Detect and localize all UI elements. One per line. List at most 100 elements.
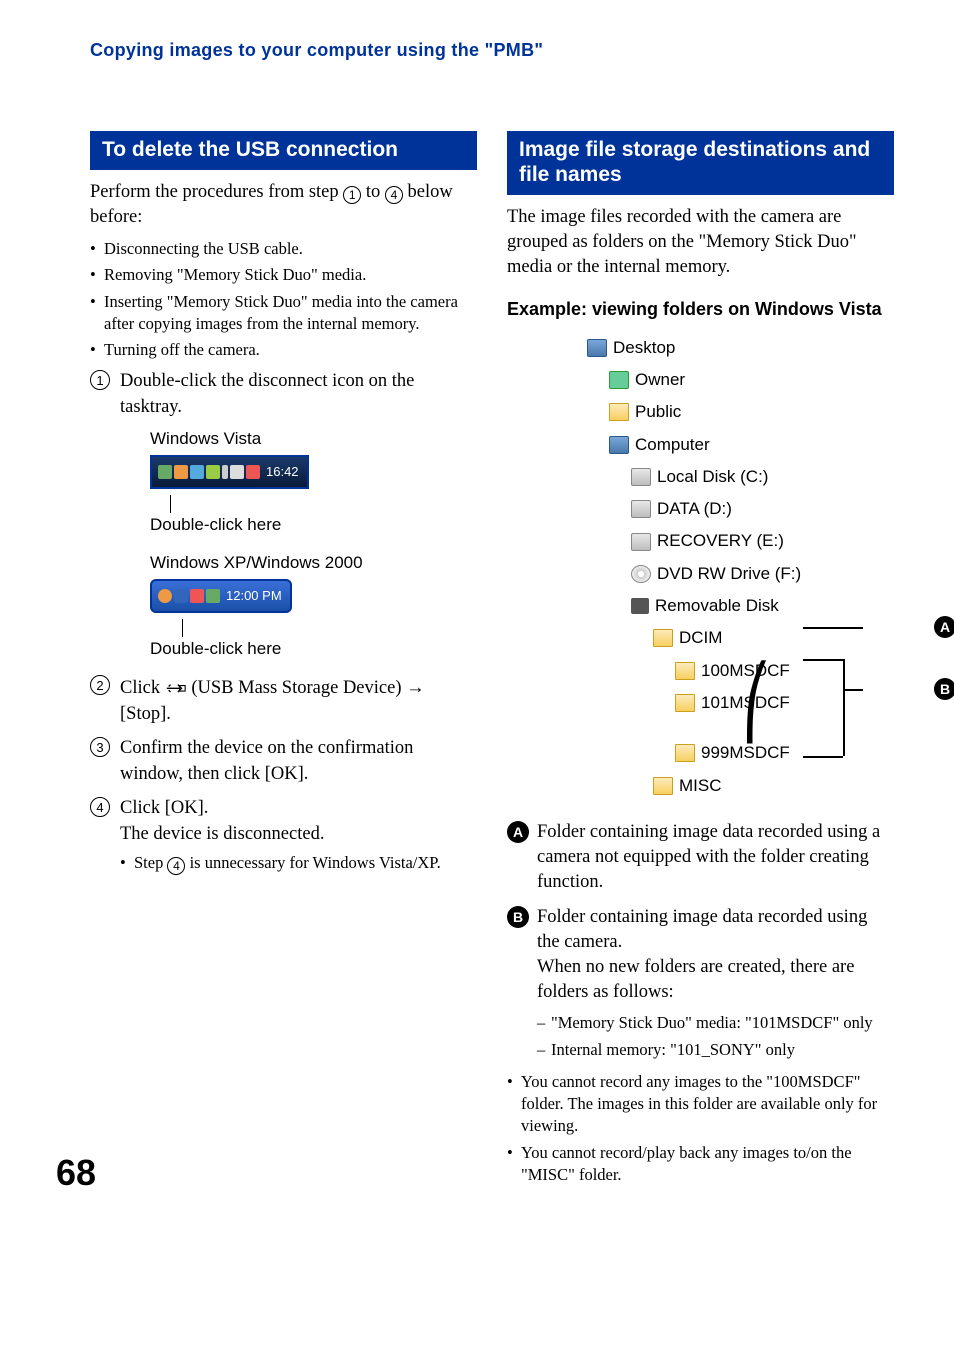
tray-icon [158, 589, 172, 603]
callout-badge-a: A [934, 616, 954, 638]
example-heading: Example: viewing folders on Windows Vist… [507, 298, 894, 321]
disk-icon [631, 533, 651, 551]
double-click-callout: Double-click here [150, 637, 477, 661]
tree-label: MISC [679, 770, 722, 802]
page-number: 68 [56, 1152, 96, 1194]
tray-icon [174, 465, 188, 479]
tray-icon [246, 465, 260, 479]
step-2-text-b: (USB Mass Storage Device) [191, 678, 406, 698]
tray-icon [190, 465, 204, 479]
dash-item: Internal memory: "101_SONY" only [537, 1038, 894, 1061]
disk-icon [631, 500, 651, 518]
list-item: Inserting "Memory Stick Duo" media into … [90, 291, 477, 336]
left-column: To delete the USB connection Perform the… [90, 131, 477, 1194]
list-item: Disconnecting the USB cable. [90, 238, 477, 260]
tray-icon [206, 465, 220, 479]
tree-label: Local Disk (C:) [657, 461, 768, 493]
connector-line [803, 627, 863, 629]
step-1-text: Double-click the disconnect icon on the … [120, 371, 414, 417]
dvd-drive-icon [631, 565, 651, 583]
desc-b-text-1: Folder containing image data recorded us… [537, 907, 867, 952]
running-head: Copying images to your computer using th… [90, 40, 894, 61]
curly-brace-icon: ⎛ [742, 668, 771, 738]
dash-item: "Memory Stick Duo" media: "101MSDCF" onl… [537, 1011, 894, 1034]
right-column: Image file storage destinations and file… [507, 131, 894, 1194]
tree-label: Removable Disk [655, 590, 779, 622]
desc-a: A Folder containing image data recorded … [507, 820, 894, 895]
desc-b: B Folder containing image data recorded … [507, 905, 894, 1061]
desktop-icon [587, 339, 607, 357]
double-click-callout: Double-click here [150, 513, 477, 537]
list-item: Turning off the camera. [90, 339, 477, 361]
intro-mid: to [361, 182, 385, 202]
connector-line [803, 659, 843, 661]
step-1: 1 Double-click the disconnect icon on th… [90, 369, 477, 660]
folder-icon [675, 694, 695, 712]
tree-label: Owner [635, 364, 685, 396]
badge-a-icon: A [507, 821, 529, 843]
folder-icon [675, 662, 695, 680]
tray-icon [158, 465, 172, 479]
step-4-text: Click [OK]. [120, 798, 208, 818]
tray-time: 12:00 PM [226, 587, 282, 605]
step-4: 4 Click [OK]. The device is disconnected… [90, 796, 477, 875]
windows-xp-label: Windows XP/Windows 2000 [150, 551, 477, 575]
step-4-note: Step 4 is unnecessary for Windows Vista/… [120, 852, 477, 875]
step-3-text: Confirm the device on the confirmation w… [120, 738, 413, 784]
folder-icon [675, 744, 695, 762]
step-2-text-c: [Stop]. [120, 704, 171, 724]
connector-line [843, 659, 845, 756]
step4-note-a: Step [134, 853, 167, 872]
list-item: You cannot record any images to the "100… [507, 1071, 894, 1138]
tray-time: 16:42 [266, 463, 299, 481]
callout-badge-b: B [934, 678, 954, 700]
tree-label: Desktop [613, 332, 675, 364]
folder-tree: Desktop Owner Public Computer Local Disk… [587, 332, 894, 802]
desc-a-text: Folder containing image data recorded us… [537, 822, 880, 892]
storage-intro: The image files recorded with the camera… [507, 205, 894, 280]
step-3: 3 Confirm the device on the confirmation… [90, 736, 477, 788]
callout-descriptions: A Folder containing image data recorded … [507, 820, 894, 1061]
vista-tasktray-image: 16:42 [150, 455, 309, 489]
prewarn-list: Disconnecting the USB cable. Removing "M… [90, 238, 477, 361]
tree-label: 999MSDCF [701, 737, 790, 769]
circled-4-icon: 4 [167, 857, 185, 875]
folder-icon [653, 629, 673, 647]
section-heading-storage: Image file storage destinations and file… [507, 131, 894, 195]
tree-label: DVD RW Drive (F:) [657, 558, 801, 590]
step-2: 2 Click (USB Mass Storage Device) → [Sto… [90, 674, 477, 728]
dash-list: "Memory Stick Duo" media: "101MSDCF" onl… [537, 1011, 894, 1061]
step-number-icon: 2 [90, 675, 110, 695]
step-2-text-a: Click [120, 678, 165, 698]
badge-b-icon: B [507, 906, 529, 928]
tray-icon [230, 465, 244, 479]
tray-icon [190, 589, 204, 603]
list-item: You cannot record/play back any images t… [507, 1142, 894, 1187]
tray-icon [174, 589, 188, 603]
tree-label: Public [635, 396, 681, 428]
folder-icon [653, 777, 673, 795]
section-heading-usb: To delete the USB connection [90, 131, 477, 170]
intro-before: Perform the procedures from step [90, 182, 343, 202]
circled-1-icon: 1 [343, 186, 361, 204]
connector-line [843, 689, 863, 691]
windows-vista-label: Windows Vista [150, 427, 477, 451]
tree-label: RECOVERY (E:) [657, 525, 784, 557]
step4-note-b: is unnecessary for Windows Vista/XP. [185, 853, 440, 872]
connector-line [803, 756, 843, 758]
list-item: Removing "Memory Stick Duo" media. [90, 264, 477, 286]
step-number-icon: 1 [90, 370, 110, 390]
usb-device-icon [165, 681, 187, 696]
tree-label: DCIM [679, 622, 722, 654]
computer-icon [609, 436, 629, 454]
tree-label: DATA (D:) [657, 493, 732, 525]
pointer-line [182, 619, 183, 637]
folder-icon [609, 403, 629, 421]
arrow-icon: → [406, 676, 425, 697]
desc-b-text-2: When no new folders are created, there a… [537, 957, 854, 1002]
removable-disk-icon [631, 598, 649, 614]
xp-tasktray-image: 12:00 PM [150, 579, 292, 613]
notes-list: You cannot record any images to the "100… [507, 1071, 894, 1186]
tray-icon [206, 589, 220, 603]
step-number-icon: 4 [90, 797, 110, 817]
